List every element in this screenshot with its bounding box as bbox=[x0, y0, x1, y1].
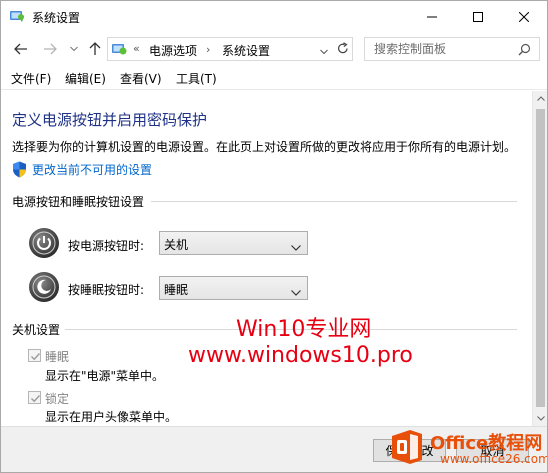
search-box[interactable] bbox=[364, 37, 540, 61]
checkmark-icon bbox=[31, 353, 41, 361]
breadcrumb-chevron-icon[interactable]: › bbox=[206, 43, 210, 56]
vertical-scrollbar[interactable] bbox=[532, 91, 547, 426]
arrow-left-icon bbox=[14, 43, 27, 55]
chevron-down-icon bbox=[291, 240, 301, 254]
sleep-button-action-select[interactable]: 睡眠 bbox=[159, 276, 308, 300]
arrow-right-icon bbox=[44, 43, 57, 55]
watermark-win10-text: Win10专业网 bbox=[236, 317, 372, 342]
chevron-down-icon bbox=[70, 46, 78, 52]
page-title: 定义电源按钮并启用密码保护 bbox=[12, 111, 208, 129]
arrow-up-icon bbox=[89, 42, 101, 55]
sleep-option-description: 显示在"电源"菜单中。 bbox=[45, 369, 165, 383]
power-button-icon bbox=[29, 228, 59, 258]
change-unavailable-settings-link[interactable]: 更改当前不可用的设置 bbox=[32, 161, 152, 178]
sleep-button-icon bbox=[29, 272, 59, 302]
up-button[interactable] bbox=[86, 40, 104, 58]
checkmark-icon bbox=[31, 395, 41, 403]
section-heading-shutdown: 关机设置 bbox=[12, 323, 61, 337]
minimize-icon bbox=[427, 16, 437, 17]
menu-view[interactable]: 查看(V) bbox=[120, 70, 162, 87]
recent-locations-button[interactable] bbox=[65, 40, 83, 58]
sleep-option-label: 睡眠 bbox=[45, 350, 70, 364]
refresh-button[interactable] bbox=[334, 37, 352, 59]
close-icon bbox=[519, 11, 529, 22]
breadcrumb-power-options[interactable]: 电源选项 bbox=[149, 42, 197, 59]
lock-option-label: 锁定 bbox=[45, 392, 70, 406]
forward-button[interactable] bbox=[41, 40, 59, 58]
chevron-up-icon bbox=[536, 96, 545, 101]
lock-menu-checkbox[interactable] bbox=[28, 391, 41, 404]
scroll-down-button[interactable] bbox=[533, 411, 547, 426]
sleep-button-label: 按睡眠按钮时: bbox=[68, 283, 145, 297]
uac-shield-icon bbox=[12, 161, 27, 178]
scrollbar-thumb[interactable] bbox=[536, 109, 545, 407]
section-divider bbox=[151, 201, 517, 202]
address-row: « 电源选项 › 系统设置 bbox=[1, 32, 547, 66]
maximize-icon bbox=[473, 11, 483, 22]
address-bar[interactable]: « 电源选项 › 系统设置 bbox=[107, 37, 353, 61]
change-settings-link-row[interactable]: 更改当前不可用的设置 bbox=[12, 160, 152, 178]
back-button[interactable] bbox=[12, 40, 30, 58]
address-dropdown-button[interactable] bbox=[320, 44, 328, 58]
minimize-button[interactable] bbox=[409, 1, 455, 32]
title-bar: 系统设置 bbox=[1, 1, 547, 32]
search-icon[interactable] bbox=[518, 43, 531, 59]
scroll-up-button[interactable] bbox=[533, 91, 547, 106]
lock-option-description: 显示在用户头像菜单中。 bbox=[45, 410, 178, 424]
page-description: 选择要为你的计算机设置的电源设置。在此页上对设置所做的更改将应用于你所有的电源计… bbox=[12, 140, 517, 154]
power-options-app-icon bbox=[9, 8, 25, 24]
system-settings-window: 系统设置 « 电源选项 › 系统设置 搜索控制面板 文件(F) 编辑(E) 查看… bbox=[0, 0, 548, 473]
chevron-down-icon bbox=[291, 285, 301, 299]
search-input[interactable] bbox=[365, 38, 515, 60]
office-tutorial-logo: Office教程网 www.office26.com bbox=[384, 425, 548, 471]
refresh-icon bbox=[338, 41, 348, 53]
close-button[interactable] bbox=[501, 1, 547, 32]
office-logo-url: www.office26.com bbox=[440, 452, 548, 466]
main-content: 定义电源按钮并启用密码保护 选择要为你的计算机设置的电源设置。在此页上对设置所做… bbox=[1, 91, 532, 426]
sleep-menu-checkbox[interactable] bbox=[28, 349, 41, 362]
power-button-action-select[interactable]: 关机 bbox=[159, 231, 308, 255]
menu-tools[interactable]: 工具(T) bbox=[176, 70, 217, 87]
menu-edit[interactable]: 编辑(E) bbox=[65, 70, 106, 87]
section-heading-buttons: 电源按钮和睡眠按钮设置 bbox=[12, 195, 145, 209]
watermark-url-text: www.windows10.pro bbox=[188, 343, 413, 368]
breadcrumb-overflow[interactable]: « bbox=[133, 42, 140, 55]
control-panel-icon bbox=[111, 41, 128, 58]
sleep-button-action-value: 睡眠 bbox=[164, 283, 189, 297]
maximize-button[interactable] bbox=[455, 1, 501, 32]
menu-bar: 文件(F) 编辑(E) 查看(V) 工具(T) bbox=[1, 66, 547, 90]
menu-file[interactable]: 文件(F) bbox=[11, 70, 51, 87]
chevron-down-icon bbox=[320, 49, 328, 55]
breadcrumb-system-settings[interactable]: 系统设置 bbox=[222, 42, 270, 59]
window-title: 系统设置 bbox=[32, 11, 81, 25]
chevron-down-icon bbox=[536, 416, 545, 421]
power-button-label: 按电源按钮时: bbox=[68, 239, 145, 253]
power-button-action-value: 关机 bbox=[164, 238, 189, 252]
office-logo-icon bbox=[388, 428, 426, 466]
